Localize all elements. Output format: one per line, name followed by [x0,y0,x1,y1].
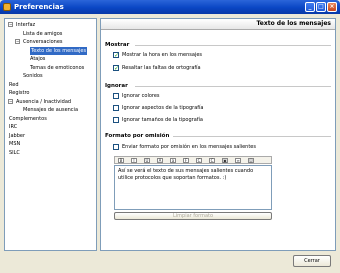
checkbox-label: Ignorar tamaños de la tipografía [122,117,203,123]
tree-item-label: SILC [9,149,20,156]
preferences-tree[interactable]: − Interfaz Lista de amigos − Conversaciones T… [4,18,97,251]
checkbox-label: Mostrar la hora en los mensajes [122,52,203,58]
section-formato: Formato por omisión [105,133,170,139]
tree-item[interactable]: Temas de emoticonos [5,64,96,73]
panel-header: Texto de los mensajes [101,19,335,30]
separator [173,136,331,137]
close-window-button[interactable]: × [327,2,337,12]
title-bar: Preferencias _ □ × [0,0,340,14]
checkbox-spellcheck[interactable]: ✓ [113,65,119,72]
panel-title: Texto de los mensajes [256,20,331,27]
tree-item[interactable]: IRC [5,123,96,132]
tree-item[interactable]: Mensajes de ausencia [5,106,96,115]
tree-item-label: Sonidos [23,73,43,79]
tree-item-label: Lista de amigos [23,30,63,37]
checkbox-label: Ignorar colores [122,93,160,99]
section-mostrar: Mostrar [105,42,130,48]
format-preview-textarea[interactable]: Así se verá el texto de sus mensajes sal… [114,165,272,210]
maximize-button[interactable]: □ [316,2,326,12]
italic-icon[interactable]: I [131,158,137,163]
tree-item-label: Interfaz [16,22,36,28]
checkbox-send-default-format[interactable] [113,144,119,150]
tree-item-label: MSN [9,141,21,147]
app-icon [3,3,11,11]
tree-item[interactable]: SILC [5,149,96,158]
checkbox-label: Ignorar aspectos de la tipografía [122,105,204,111]
foreground-color-icon[interactable]: C [196,158,202,163]
section-ignorar: Ignorar [105,83,128,89]
checkbox-label: Resaltar las faltas de ortografía [122,65,201,71]
smiley-icon[interactable]: ☺ [248,158,254,163]
tree-item[interactable]: Sonidos [5,72,96,81]
checkbox-label: Enviar formato por omisión en los mensaj… [122,144,256,150]
insert-image-icon[interactable]: ▣ [222,158,228,163]
font-size-smaller-icon[interactable]: a [170,158,176,163]
background-color-icon[interactable]: C [209,158,215,163]
tree-item[interactable]: − Interfaz [5,21,96,30]
tree-item-label: Jabber [9,132,26,139]
tree-item[interactable]: Jabber [5,132,96,141]
insert-link-icon[interactable]: ∞ [235,158,241,163]
tree-item[interactable]: − Conversaciones [5,38,96,47]
separator [135,86,331,87]
format-toolbar: B I U Aa F C C ▣ ∞ ☺ [114,156,272,164]
checkbox-show-time[interactable]: ✓ [113,52,119,59]
tree-item-label: Temas de emoticonos [30,64,85,71]
tree-item[interactable]: MSN [5,140,96,149]
tree-item-label: Ausencia / Inactividad [16,98,72,105]
minimize-button[interactable]: _ [305,2,315,12]
tree-item-label: Red [9,81,19,88]
tree-item[interactable]: Registro [5,89,96,98]
tree-expander-icon[interactable]: − [8,22,13,27]
tree-item-label: Complementos [9,115,47,122]
close-button[interactable]: Cerrar [293,255,331,267]
window-title: Preferencias [14,3,64,11]
font-face-icon[interactable]: F [183,158,189,163]
tree-item-label: Texto de los mensajes [30,46,88,55]
tree-item-label: Registro [9,90,30,96]
font-size-larger-icon[interactable]: A [157,158,163,163]
settings-panel: Texto de los mensajes Mostrar ✓ Mostrar … [100,18,336,251]
tree-item[interactable]: − Ausencia / Inactividad [5,98,96,107]
tree-item[interactable]: Atajos [5,55,96,64]
tree-item[interactable]: Complementos [5,115,96,124]
tree-item-label: Atajos [30,56,46,62]
tree-expander-icon[interactable]: − [8,98,13,104]
checkbox-ignore-font-face[interactable] [113,105,119,111]
tree-item-label: Conversaciones [23,39,63,45]
tree-item-label: Mensajes de ausencia [23,107,79,113]
separator [135,45,331,46]
checkbox-ignore-colors[interactable] [113,93,119,99]
clear-format-button[interactable]: Limpiar formato [114,212,272,220]
underline-icon[interactable]: U [144,158,150,163]
tree-expander-icon[interactable]: − [15,39,20,44]
tree-item[interactable]: Lista de amigos [5,30,96,39]
tree-item-label: IRC [9,124,18,130]
tree-item[interactable]: Texto de los mensajes [5,46,96,55]
checkbox-ignore-font-size[interactable] [113,117,119,123]
tree-item[interactable]: Red [5,81,96,90]
bold-icon[interactable]: B [118,158,124,163]
